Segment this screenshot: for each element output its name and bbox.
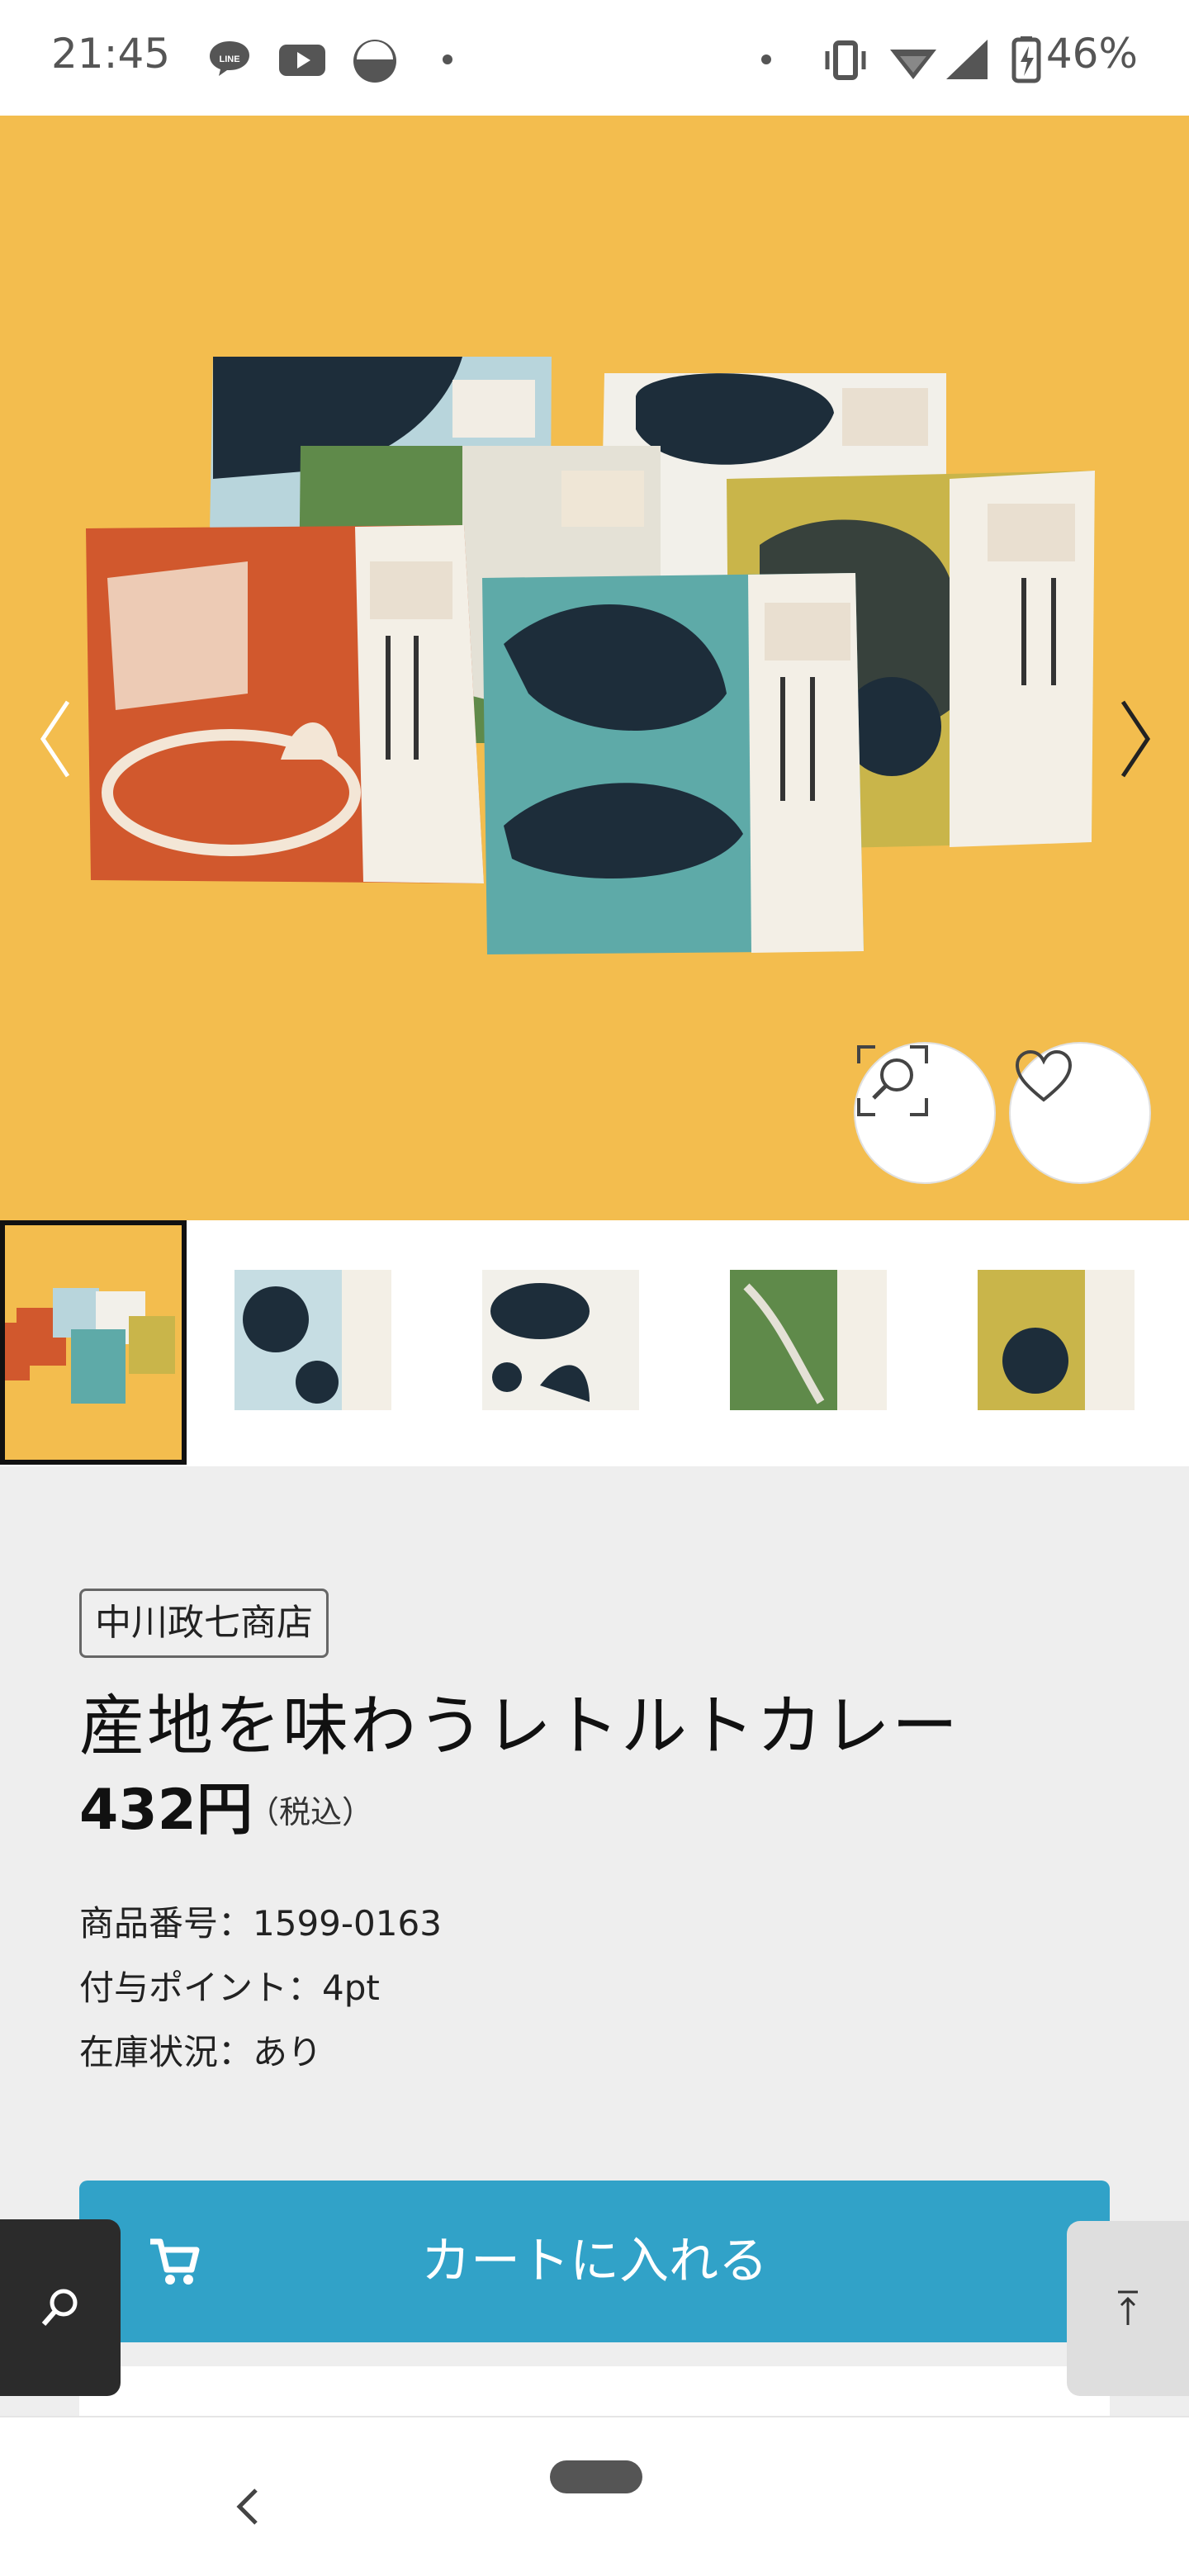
search-icon bbox=[41, 2289, 78, 2326]
product-image-gallery[interactable] bbox=[0, 116, 1189, 1220]
brand-tag[interactable]: 中川政七商店 bbox=[79, 1589, 329, 1658]
add-to-cart-button[interactable]: カートに入れる bbox=[79, 2181, 1110, 2342]
arrow-up-icon bbox=[1118, 2290, 1138, 2325]
scroll-to-top-button[interactable] bbox=[1067, 2221, 1189, 2396]
add-to-cart-label: カートに入れる bbox=[421, 2233, 768, 2290]
reward-points: 付与ポイント：4pt bbox=[79, 1968, 380, 2008]
zoom-button[interactable] bbox=[854, 1042, 996, 1184]
status-bar: 21:45 LINE 46% bbox=[0, 0, 1189, 116]
zoom-icon bbox=[857, 1045, 928, 1116]
battery-icon bbox=[1002, 35, 1052, 84]
wifi-icon bbox=[888, 35, 938, 84]
thumbnail-item[interactable] bbox=[961, 1220, 1148, 1465]
item-number: 商品番号：1599-0163 bbox=[79, 1903, 442, 1944]
home-handle[interactable] bbox=[550, 2460, 642, 2493]
favorite-button[interactable] bbox=[1009, 1042, 1151, 1184]
thumbnail-item[interactable] bbox=[0, 1220, 187, 1465]
heart-icon bbox=[1015, 1049, 1073, 1102]
price-tax-note: （税込） bbox=[248, 1794, 374, 1830]
back-icon[interactable] bbox=[231, 2482, 264, 2531]
product-title: 産地を味わうレトルトカレー bbox=[79, 1688, 959, 1764]
youtube-icon bbox=[277, 35, 327, 84]
line-icon: LINE bbox=[205, 35, 254, 84]
thumbnail-item[interactable] bbox=[466, 1220, 652, 1465]
status-time: 21:45 bbox=[51, 30, 171, 78]
product-info-section: 中川政七商店 産地を味わうレトルトカレー 432円 （税込） 商品番号：1599… bbox=[0, 1466, 1189, 2416]
system-navigation-bar bbox=[0, 2416, 1189, 2576]
thumbnail-strip[interactable] bbox=[0, 1220, 1189, 1466]
stock-status: 在庫状況：あり bbox=[79, 2032, 323, 2072]
thumbnail-item[interactable] bbox=[713, 1220, 900, 1465]
dot-icon bbox=[753, 35, 803, 84]
dot-icon bbox=[434, 35, 484, 84]
vibrate-icon bbox=[821, 35, 870, 84]
previous-image-arrow[interactable] bbox=[35, 694, 76, 784]
battery-percentage: 46% bbox=[1045, 30, 1138, 78]
search-button[interactable] bbox=[0, 2219, 121, 2396]
svg-text:LINE: LINE bbox=[219, 54, 239, 64]
thumbnail-item[interactable] bbox=[218, 1220, 405, 1465]
moon-icon bbox=[350, 35, 400, 84]
content-card bbox=[79, 2366, 1110, 2416]
signal-icon bbox=[941, 35, 991, 84]
product-price: 432円 bbox=[79, 1778, 253, 1843]
next-image-arrow[interactable] bbox=[1115, 694, 1156, 784]
